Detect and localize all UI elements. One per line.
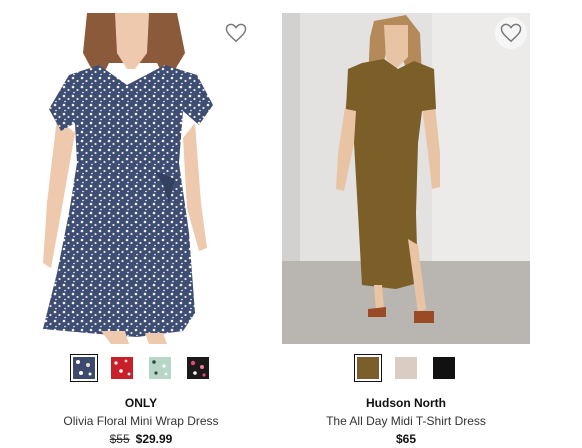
heart-outline-icon <box>225 23 247 43</box>
sale-price: $65 <box>395 432 417 446</box>
swatch-navy-floral[interactable] <box>70 354 98 382</box>
swatch-mint-floral[interactable] <box>146 354 174 382</box>
product-name[interactable]: The All Day Midi T-Shirt Dress <box>282 414 530 428</box>
swatch-olive[interactable] <box>354 354 382 382</box>
swatch-black[interactable] <box>430 354 458 382</box>
original-price: $55 <box>109 432 130 446</box>
swatch-black-pink-floral[interactable] <box>184 354 212 382</box>
product-price: $55 $29.99 <box>17 432 265 446</box>
product-card-1[interactable]: ONLY Olivia Floral Mini Wrap Dress $55 $2… <box>17 0 265 448</box>
favorite-button[interactable] <box>495 17 527 49</box>
color-swatches <box>17 354 265 382</box>
swatch-red-floral[interactable] <box>108 354 136 382</box>
sale-price: $29.99 <box>135 432 173 446</box>
product-price: $65 <box>282 432 530 446</box>
heart-outline-icon <box>500 23 522 43</box>
product-image[interactable] <box>17 13 265 344</box>
product-name[interactable]: Olivia Floral Mini Wrap Dress <box>17 414 265 428</box>
product-brand[interactable]: Hudson North <box>282 396 530 410</box>
color-swatches <box>282 354 530 382</box>
product-image[interactable] <box>282 13 530 344</box>
swatch-oatmeal[interactable] <box>392 354 420 382</box>
favorite-button[interactable] <box>220 17 252 49</box>
product-brand[interactable]: ONLY <box>17 396 265 410</box>
product-card-2[interactable]: Hudson North The All Day Midi T-Shirt Dr… <box>282 0 530 448</box>
